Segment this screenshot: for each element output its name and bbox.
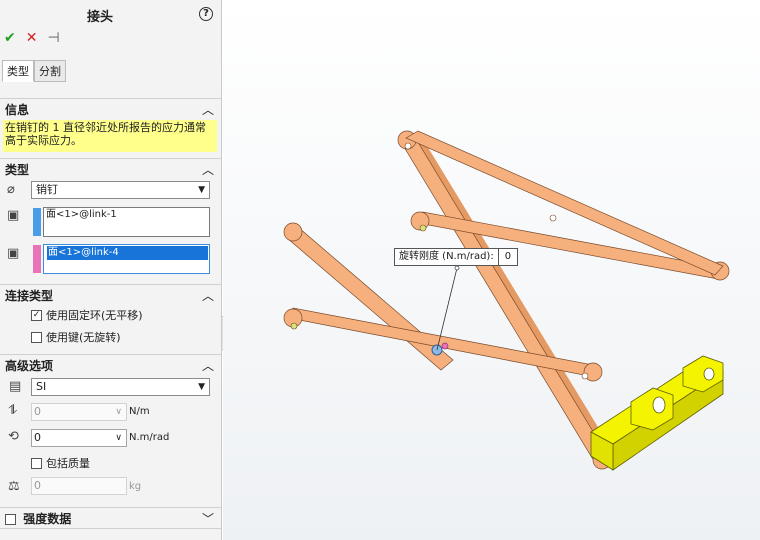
option-snap-ring[interactable]: ✓ 使用固定环(无平移) (31, 307, 143, 323)
snap-ring-checkbox[interactable]: ✓ (31, 309, 42, 321)
tab-type[interactable]: 类型 (2, 60, 34, 82)
section-type-title: 类型 (5, 163, 30, 177)
panel-title: 接头 (86, 10, 113, 25)
strength-checkbox[interactable] (5, 514, 16, 525)
chevron-down-icon: ▼ (198, 382, 205, 392)
cancel-x-icon[interactable]: ✕ (26, 30, 38, 46)
section-strength-header[interactable]: 强度数据 ﹀ (0, 507, 222, 529)
include-mass-checkbox[interactable] (31, 457, 42, 469)
graphics-viewport[interactable]: 旋转刚度 (N.m/rad): 0 (223, 0, 760, 540)
axial-unit: N/m (129, 406, 150, 417)
face-selection-icon: ▣ (7, 208, 20, 223)
tab-split[interactable]: 分割 (34, 60, 66, 82)
section-connection-title: 连接类型 (5, 289, 54, 303)
face1-item[interactable]: 面<1>@link-1 (46, 209, 117, 220)
section-advanced-header[interactable]: 高级选项 ︿ (0, 354, 222, 376)
section-advanced-title: 高级选项 (5, 359, 54, 373)
section-connection-header[interactable]: 连接类型 ︿ (0, 284, 222, 306)
mass-input[interactable]: 0 (31, 477, 127, 495)
chevron-down-icon: ∨ (115, 433, 122, 443)
units-dropdown[interactable]: SI ▼ (31, 378, 210, 396)
property-manager-panel: 接头 ? ✔ ✕ ⊣ 类型 分割 信息 ︿ 在销钉的 1 直径邻近处所报告的应力… (0, 0, 222, 540)
connector-type-dropdown[interactable]: 销钉 ▼ (31, 181, 210, 199)
info-note: 在销钉的 1 直径邻近处所报告的应力通常高于实际应力。 (3, 120, 217, 152)
chevron-down-icon: ∨ (115, 407, 122, 417)
pin-icon[interactable]: ⊣ (47, 30, 59, 46)
option-key[interactable]: 使用键(无旋转) (31, 329, 121, 345)
axial-stiffness-icon: ⥮ (8, 403, 18, 418)
section-info-header[interactable]: 信息 ︿ (0, 98, 222, 120)
axial-stiffness-value: 0 (34, 405, 41, 418)
face2-selection-box[interactable]: 面<1>@link-4 (43, 244, 210, 274)
option-include-mass[interactable]: 包括质量 (31, 455, 90, 471)
section-info-title: 信息 (5, 103, 30, 117)
snap-ring-label: 使用固定环(无平移) (46, 309, 143, 322)
ok-check-icon[interactable]: ✔ (4, 30, 16, 46)
units-value: SI (36, 380, 47, 393)
rotational-stiffness-icon: ⟲ (8, 429, 19, 444)
face1-color-indicator (33, 208, 41, 236)
mass-scale-icon: ⚖ (8, 479, 20, 494)
face2-color-indicator (33, 245, 41, 273)
axial-stiffness-input[interactable]: 0 ∨ (31, 403, 127, 421)
face2-item[interactable]: 面<1>@link-4 (47, 246, 208, 260)
chevron-up-icon[interactable]: ︿ (202, 99, 214, 121)
panel-tabs: 类型 分割 (2, 60, 66, 82)
chevron-up-icon[interactable]: ︿ (202, 159, 214, 181)
rotational-stiffness-input[interactable]: 0 ∨ (31, 429, 127, 447)
tooltip-label: 旋转刚度 (N.m/rad): (395, 249, 499, 265)
include-mass-label: 包括质量 (46, 457, 90, 470)
face-selection-icon: ▣ (7, 246, 20, 261)
rotational-stiffness-value: 0 (34, 431, 41, 444)
chevron-up-icon[interactable]: ︿ (202, 285, 214, 307)
key-label: 使用键(无旋转) (46, 331, 121, 344)
connector-type-value: 销钉 (36, 183, 58, 196)
stiffness-tooltip[interactable]: 旋转刚度 (N.m/rad): 0 (394, 248, 519, 266)
chevron-down-icon: ▼ (198, 185, 205, 195)
section-strength-title: 强度数据 (23, 512, 72, 526)
mass-value: 0 (34, 479, 41, 492)
help-icon[interactable]: ? (199, 7, 213, 21)
assembly-model (223, 0, 760, 540)
pin-connector-icon: ⌀ (7, 182, 15, 197)
chevron-down-icon[interactable]: ﹀ (202, 508, 214, 530)
key-checkbox[interactable] (31, 331, 42, 343)
face1-selection-box[interactable]: 面<1>@link-1 (43, 207, 210, 237)
mass-unit: kg (129, 481, 142, 492)
panel-toolbar: ✔ ✕ ⊣ (4, 30, 60, 46)
rotational-unit: N.m/rad (129, 432, 170, 443)
tooltip-value[interactable]: 0 (499, 249, 517, 265)
chevron-up-icon[interactable]: ︿ (202, 355, 214, 377)
units-icon: ▤ (9, 379, 22, 394)
section-type-header[interactable]: 类型 ︿ (0, 158, 222, 180)
